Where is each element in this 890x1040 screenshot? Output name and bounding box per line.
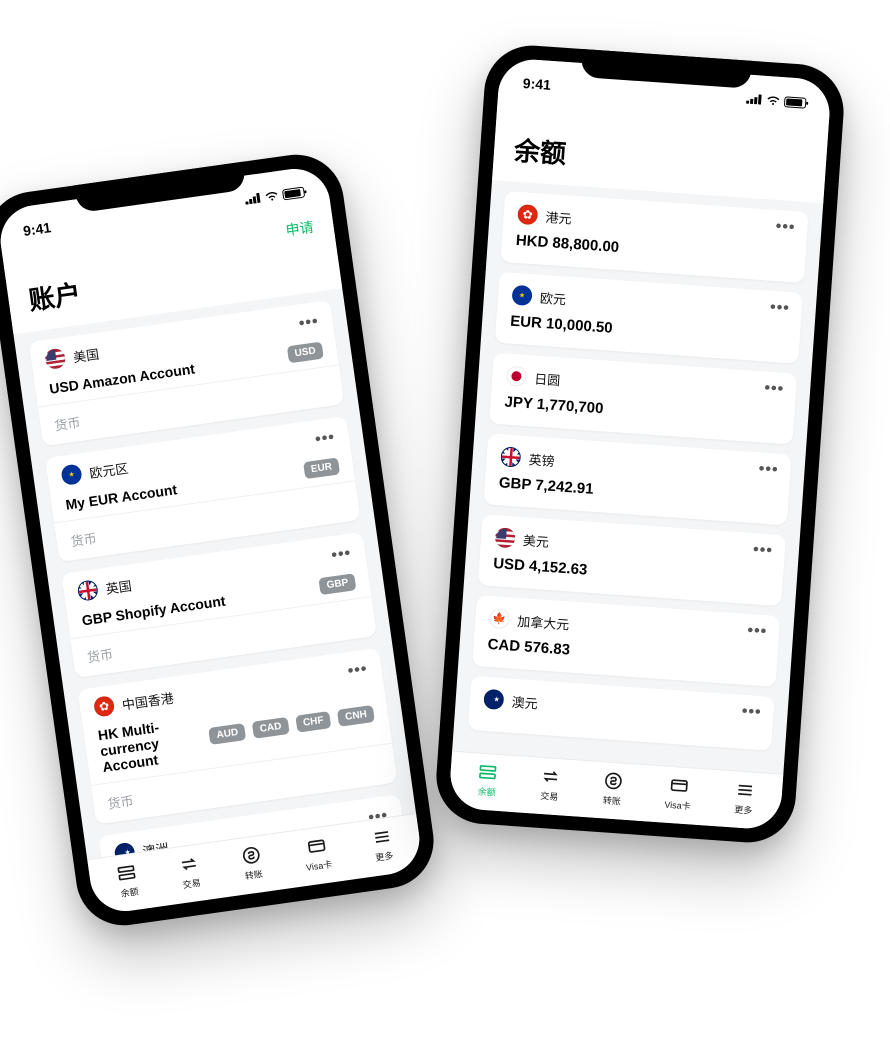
currency-name: 欧元: [539, 287, 566, 308]
tab-label: 转账: [244, 867, 264, 882]
currency-pill: EUR: [303, 457, 340, 479]
currency-name: 英镑: [528, 449, 555, 470]
balance-card[interactable]: •••日圆JPY 1,770,700: [489, 353, 797, 445]
currency-pill: CAD: [252, 716, 290, 738]
currency-pill: USD: [287, 342, 324, 364]
tab-label: 交易: [182, 876, 202, 891]
battery-icon: [784, 96, 807, 109]
account-card[interactable]: 中国香港•••HK Multi-currency AccountAUDCADCH…: [78, 648, 398, 825]
flag-icon: [77, 579, 100, 602]
tab-label: Visa卡: [664, 798, 691, 813]
phone-accounts: 9:41 申请 账户 美国•••USD Amazon AccountUSD货币欧…: [0, 149, 440, 932]
more-icon[interactable]: •••: [747, 622, 768, 641]
currency-name: 澳元: [511, 691, 538, 712]
apply-button[interactable]: 申请: [284, 217, 315, 241]
balance-card[interactable]: •••美元USD 4,152.63: [478, 514, 786, 606]
tab-visa[interactable]: Visa卡: [302, 834, 333, 873]
balance-list[interactable]: •••港元HKD 88,800.00•••欧元EUR 10,000.50•••日…: [452, 180, 823, 774]
tab-label: 余额: [477, 785, 496, 799]
balance-head: 澳元: [483, 689, 760, 728]
wifi-icon: [264, 190, 279, 202]
balance-card[interactable]: •••英镑GBP 7,242.91: [483, 433, 791, 525]
more-icon: [734, 779, 755, 800]
currency-name: 日圆: [534, 368, 561, 389]
currency-pill: AUD: [209, 723, 247, 745]
more-icon[interactable]: •••: [330, 545, 352, 566]
signal-icon: [244, 193, 261, 205]
more-icon[interactable]: •••: [741, 703, 762, 722]
balance-card[interactable]: ••• 澳元: [468, 676, 775, 751]
transfer-icon: [603, 770, 624, 791]
transactions-icon: [540, 766, 561, 787]
more-icon[interactable]: •••: [752, 541, 773, 560]
currency-pill-group: AUDCADCHFCNH: [205, 704, 375, 744]
tab-label: 更多: [734, 802, 753, 816]
account-name: HK Multi-currency Account: [97, 713, 209, 775]
currency-name: 美元: [522, 530, 549, 551]
status-time: 9:41: [522, 75, 551, 93]
tab-label: Visa卡: [305, 857, 333, 874]
more-icon[interactable]: •••: [347, 660, 369, 681]
wifi-icon: [766, 95, 781, 106]
tab-label: 转账: [602, 793, 621, 807]
tab-transactions[interactable]: 交易: [539, 766, 561, 803]
transfer-icon: [240, 844, 263, 867]
status-time: 9:41: [22, 219, 52, 239]
more-icon[interactable]: •••: [769, 299, 790, 318]
tab-transfer[interactable]: 转账: [240, 844, 265, 882]
battery-icon: [282, 186, 305, 200]
currency-pill-group: EUR: [299, 457, 340, 479]
flag-icon: [506, 366, 527, 387]
tab-label: 余额: [120, 884, 140, 899]
accounts-list[interactable]: 美国•••USD Amazon AccountUSD货币欧元区•••My EUR…: [13, 288, 416, 859]
flag-icon: [511, 285, 532, 306]
signal-icon: [746, 94, 763, 105]
more-icon[interactable]: •••: [764, 380, 785, 399]
balance-card[interactable]: •••加拿大元CAD 576.83: [472, 595, 780, 687]
visa-icon: [305, 835, 328, 858]
currency-pill-group: USD: [283, 342, 324, 364]
flag-icon: [489, 608, 510, 629]
more-icon[interactable]: •••: [314, 429, 336, 450]
balance-card[interactable]: •••欧元EUR 10,000.50: [495, 272, 803, 364]
flag-icon: [500, 446, 521, 467]
flag-icon: [44, 347, 67, 370]
currency-pill-group: GBP: [315, 573, 357, 595]
flag-icon: [494, 527, 515, 548]
currency-pill: CHF: [295, 711, 332, 733]
balance-card[interactable]: •••港元HKD 88,800.00: [500, 191, 808, 283]
screen-balances: 9:41 余额 •••港元HKD 88,800.00•••欧元EUR 10,00…: [448, 57, 832, 830]
transactions-icon: [178, 853, 201, 876]
tab-balance[interactable]: 余额: [116, 862, 141, 900]
flag-icon: [517, 204, 538, 225]
visa-icon: [668, 775, 689, 796]
currency-pill: GBP: [319, 573, 357, 595]
more-icon[interactable]: •••: [298, 313, 320, 334]
tab-label: 交易: [540, 789, 559, 803]
screen-accounts: 9:41 申请 账户 美国•••USD Amazon AccountUSD货币欧…: [0, 164, 424, 915]
tab-visa[interactable]: Visa卡: [664, 775, 693, 813]
flag-icon: [483, 689, 504, 710]
tab-more[interactable]: 更多: [733, 779, 755, 816]
more-icon[interactable]: •••: [758, 460, 779, 479]
flag-icon: [93, 695, 116, 718]
tab-transactions[interactable]: 交易: [178, 853, 203, 891]
tab-label: 更多: [374, 849, 394, 864]
currency-name: 港元: [545, 206, 572, 227]
currency-name: 加拿大元: [517, 610, 570, 633]
tab-balance[interactable]: 余额: [476, 762, 498, 799]
tab-more[interactable]: 更多: [370, 826, 395, 864]
balance-icon: [116, 862, 139, 885]
tab-transfer[interactable]: 转账: [601, 770, 623, 807]
flag-icon: [60, 463, 83, 486]
phone-balances: 9:41 余额 •••港元HKD 88,800.00•••欧元EUR 10,00…: [433, 42, 847, 845]
more-icon[interactable]: •••: [775, 218, 796, 237]
more-icon: [370, 826, 393, 849]
balance-icon: [477, 762, 498, 783]
status-icons: [746, 93, 807, 108]
currency-pill: CNH: [337, 704, 375, 726]
status-icons: [244, 186, 305, 205]
